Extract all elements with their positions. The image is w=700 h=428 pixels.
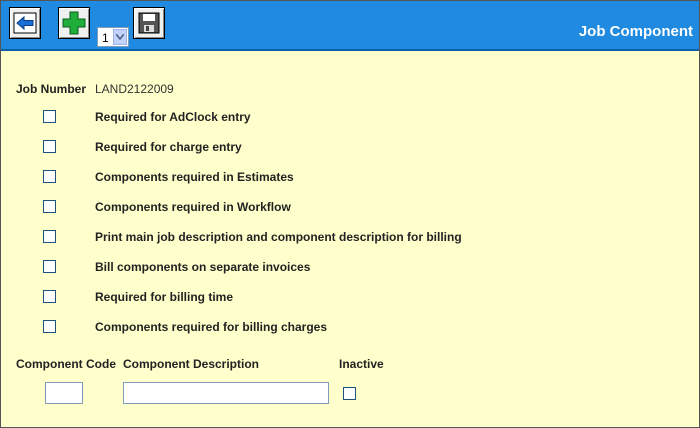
components-workflow-label: Components required in Workflow [95,200,291,214]
job-number-value: LAND2122009 [95,82,174,96]
save-disk-icon [138,12,160,34]
inactive-header: Inactive [339,357,384,371]
print-description-billing-label: Print main job description and component… [95,230,462,244]
components-billing-charges-label: Components required for billing charges [95,320,328,334]
page-select[interactable]: 1 [97,27,129,47]
page-select-value: 1 [102,31,109,45]
inactive-checkbox[interactable] [343,387,356,400]
required-charge-entry-label: Required for charge entry [95,140,242,154]
required-billing-time-checkbox[interactable] [43,290,56,303]
component-code-input[interactable] [45,382,83,404]
save-button[interactable] [133,7,165,39]
back-button[interactable] [9,7,41,39]
job-number-label: Job Number [16,82,87,96]
component-description-header: Component Description [123,357,260,371]
component-code-header: Component Code [16,357,116,371]
component-description-input[interactable] [123,382,329,404]
components-billing-charges-checkbox[interactable] [43,320,56,333]
print-description-billing-checkbox[interactable] [43,230,56,243]
add-button[interactable] [58,7,90,39]
dropdown-arrow[interactable] [113,29,127,45]
required-charge-entry-checkbox[interactable] [43,140,56,153]
toolbar: 1 Job Component [1,1,699,51]
required-billing-time-label: Required for billing time [95,290,234,304]
back-arrow-icon [13,12,37,34]
job-component-window: 1 Job Component Job Number LAND2122009 R… [0,0,700,428]
components-estimates-label: Components required in Estimates [95,170,294,184]
separate-invoices-label: Bill components on separate invoices [95,260,311,274]
required-adclock-entry-label: Required for AdClock entry [95,110,251,124]
components-estimates-checkbox[interactable] [43,170,56,183]
separate-invoices-checkbox[interactable] [43,260,56,273]
required-adclock-entry-checkbox[interactable] [43,110,56,123]
components-workflow-checkbox[interactable] [43,200,56,213]
chevron-down-icon [116,34,124,40]
add-plus-icon [62,11,86,35]
page-title: Job Component [578,23,693,40]
